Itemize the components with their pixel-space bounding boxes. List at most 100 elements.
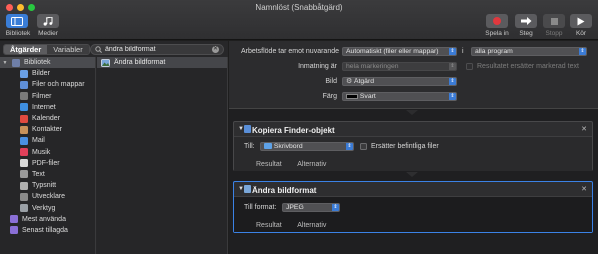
chevron-updown-icon: ⇕ xyxy=(449,78,456,85)
category-icon xyxy=(20,136,28,145)
library-root-label: Bibliotek xyxy=(24,59,51,67)
application-dropdown-value: alla program xyxy=(475,48,513,55)
smart-folder-icon xyxy=(10,215,18,224)
record-icon xyxy=(493,17,501,25)
library-panel: Åtgärder Variabler ✕ ▼ Bibliotek Bilder F… xyxy=(0,41,228,254)
record-button[interactable] xyxy=(486,14,508,28)
library-root-item[interactable]: ▼ Bibliotek xyxy=(0,57,95,69)
application-dropdown[interactable]: alla program ⇕ xyxy=(471,47,587,56)
chevron-updown-icon: ⇕ xyxy=(332,204,339,211)
library-category-item[interactable]: Verktyg xyxy=(0,202,95,213)
action-footer: Resultat Alternativ xyxy=(256,161,340,168)
receives-label: Arbetsflöde tar emot nuvarande xyxy=(240,48,339,55)
close-icon[interactable]: ✕ xyxy=(581,185,587,193)
image-action-icon xyxy=(244,185,251,193)
results-toggle[interactable]: Resultat xyxy=(256,161,282,168)
replace-selected-text-checkbox[interactable] xyxy=(466,63,473,70)
color-dropdown[interactable]: Svart ⇕ xyxy=(342,92,457,101)
disclosure-down-icon[interactable]: ▼ xyxy=(2,60,8,66)
library-category-item[interactable]: PDF-filer xyxy=(0,158,95,169)
library-button-label: Bibliotek xyxy=(5,30,31,37)
destination-label: Till: xyxy=(244,143,255,150)
category-icon xyxy=(20,92,28,101)
smart-folder-icon xyxy=(10,226,18,235)
library-category-item[interactable]: Typsnitt xyxy=(0,180,95,191)
smart-group-item[interactable]: Senast tillagda xyxy=(0,225,95,236)
format-label: Till format: xyxy=(244,204,277,211)
destination-dropdown[interactable]: Skrivbord ⇕ xyxy=(260,142,354,151)
input-dropdown[interactable]: hela markeringen ⇕ xyxy=(342,62,457,71)
category-icon xyxy=(20,80,28,89)
media-button-label: Medier xyxy=(38,30,58,37)
image-label: Bild xyxy=(325,78,337,85)
smart-group-label: Senast tillagda xyxy=(22,226,68,234)
library-category-label: PDF-filer xyxy=(32,159,60,167)
workflow-connector xyxy=(406,172,418,177)
action-title: Ändra bildformat xyxy=(252,186,317,195)
library-category-label: Bilder xyxy=(32,70,50,78)
library-icon xyxy=(11,16,23,26)
action-results-list: Ändra bildformat xyxy=(97,57,228,254)
action-card-change-image-format: ▼ Ändra bildformat ✕ Till format: JPEG ⇕… xyxy=(233,181,593,233)
replace-existing-files-checkbox[interactable] xyxy=(360,143,367,150)
replace-selected-text-label: Resultatet ersätter markerad text xyxy=(477,63,579,70)
library-category-item[interactable]: Text xyxy=(0,169,95,180)
search-input[interactable] xyxy=(105,45,209,54)
category-icon xyxy=(20,181,28,190)
run-button-label: Kör xyxy=(575,30,587,37)
results-toggle[interactable]: Resultat xyxy=(256,222,282,229)
library-category-item[interactable]: Mail xyxy=(0,135,95,146)
in-label: i xyxy=(462,48,464,55)
category-icon xyxy=(20,148,28,157)
result-item[interactable]: Ändra bildformat xyxy=(97,57,227,68)
library-category-label: Verktyg xyxy=(32,204,56,212)
category-icon xyxy=(20,114,28,123)
options-toggle[interactable]: Alternativ xyxy=(297,222,326,229)
library-category-label: Musik xyxy=(32,148,51,156)
tab-actions[interactable]: Åtgärder xyxy=(4,45,48,54)
library-toggle-button[interactable] xyxy=(6,14,28,28)
clear-search-icon[interactable]: ✕ xyxy=(212,46,219,53)
library-category-item[interactable]: Filer och mappar xyxy=(0,79,95,90)
library-category-item[interactable]: Bilder xyxy=(0,68,95,79)
color-dropdown-value: Svart xyxy=(359,93,376,100)
destination-dropdown-value: Skrivbord xyxy=(273,143,303,150)
image-dropdown[interactable]: ⚙ Åtgärd ⇕ xyxy=(342,77,457,86)
folder-icon xyxy=(264,143,272,150)
action-search-field: ✕ xyxy=(90,44,224,55)
library-category-item[interactable]: Utvecklare xyxy=(0,191,95,202)
close-icon[interactable]: ✕ xyxy=(581,125,587,133)
image-dropdown-value: Åtgärd xyxy=(353,78,375,85)
category-icon xyxy=(20,125,28,134)
stop-button[interactable] xyxy=(543,14,565,28)
media-icon xyxy=(43,16,53,26)
library-category-item[interactable]: Kontakter xyxy=(0,124,95,135)
smart-group-item[interactable]: Mest använda xyxy=(0,214,95,225)
media-button[interactable] xyxy=(37,14,59,28)
category-icon xyxy=(20,170,28,179)
receives-dropdown[interactable]: Automatiskt (filer eller mappar) ⇕ xyxy=(342,47,457,56)
category-icon xyxy=(20,69,28,78)
library-category-item[interactable]: Musik xyxy=(0,147,95,158)
gear-icon: ⚙ xyxy=(346,78,353,85)
input-label: Inmatning är xyxy=(298,63,337,70)
options-toggle[interactable]: Alternativ xyxy=(297,161,326,168)
format-dropdown[interactable]: JPEG ⇕ xyxy=(282,203,340,212)
library-category-item[interactable]: Kalender xyxy=(0,113,95,124)
stop-button-label: Stopp xyxy=(545,30,563,37)
smart-group-label: Mest använda xyxy=(22,215,66,223)
step-button-label: Steg xyxy=(519,30,533,37)
library-category-item[interactable]: Internet xyxy=(0,102,95,113)
window-toolbar: Namnlöst (Snabbåtgärd) Bibliotek Medier … xyxy=(0,0,598,40)
tab-variables[interactable]: Variabler xyxy=(47,45,89,54)
library-category-item[interactable]: Filmer xyxy=(0,91,95,102)
library-category-label: Internet xyxy=(32,103,56,111)
category-icon xyxy=(20,192,28,201)
color-label: Färg xyxy=(322,93,337,100)
step-button[interactable] xyxy=(515,14,537,28)
step-icon xyxy=(520,17,531,25)
chevron-updown-icon: ⇕ xyxy=(449,93,456,100)
run-button[interactable] xyxy=(570,14,592,28)
stop-icon xyxy=(550,17,558,25)
library-category-label: Filer och mappar xyxy=(32,81,85,89)
